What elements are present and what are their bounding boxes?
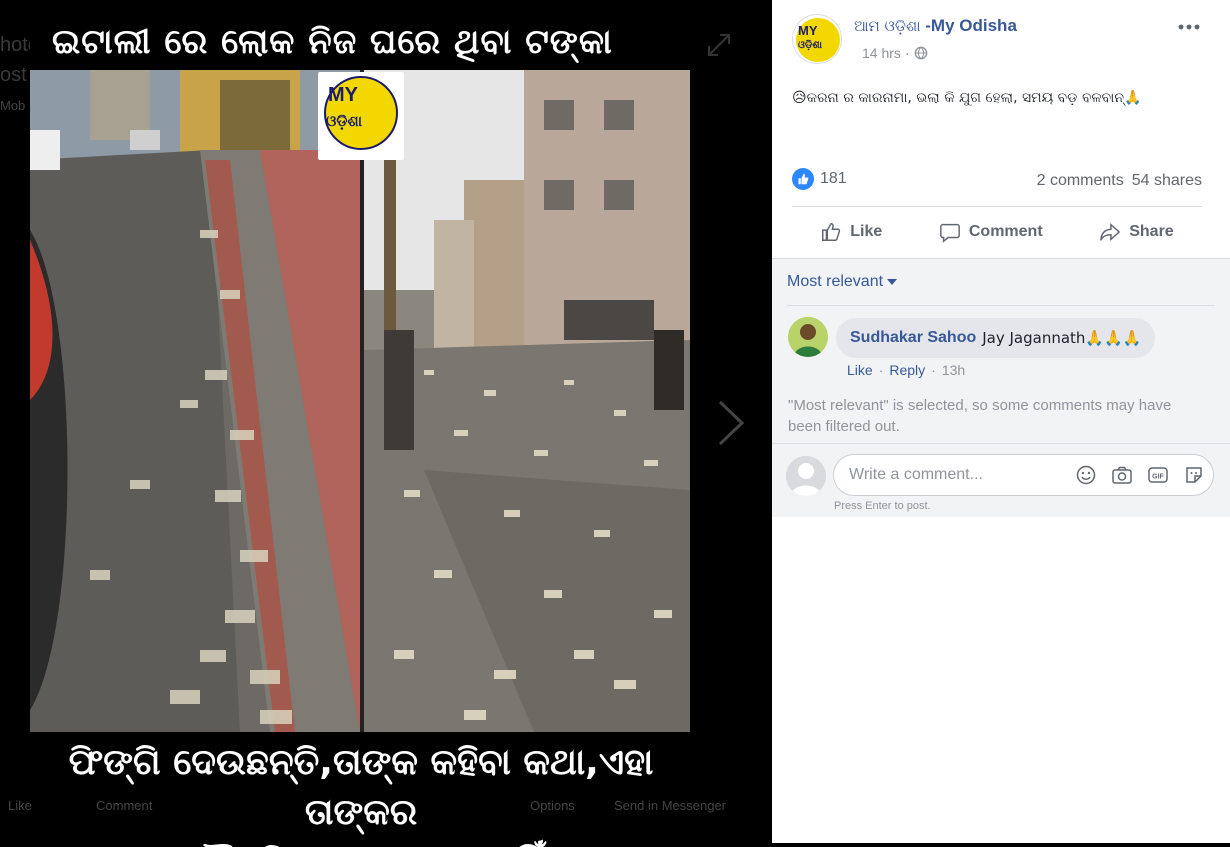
post-text: 😥କରନା ର କାରନାମା, ଭଲା କି ଯୁଗ ହେଲା, ସମୟ ବଡ… (792, 90, 1142, 106)
emoji-icon[interactable] (1075, 464, 1097, 486)
like-button[interactable]: Like (820, 221, 882, 243)
gif-icon[interactable]: GIF (1147, 464, 1169, 486)
more-options-icon[interactable] (1177, 18, 1201, 36)
share-button[interactable]: Share (1099, 221, 1174, 243)
avatar-my-text: MY (798, 23, 818, 38)
engagement-counts: 2 comments 54 shares (1037, 172, 1202, 190)
panel-blank-area (772, 517, 1230, 844)
comment-bubble: Sudhakar Sahoo Jay Jagannath🙏🙏🙏 (836, 318, 1156, 358)
ghost-label: ost (0, 64, 27, 86)
street-photo-left (30, 70, 360, 732)
svg-text:GIF: GIF (1152, 474, 1164, 481)
sort-comments-dropdown[interactable]: Most relevant (787, 273, 898, 291)
comments-section: Most relevant Sudhakar Sahoo Jay Jaganna… (772, 258, 1230, 518)
write-comment-row: GIF Press Enter to post. (772, 443, 1230, 518)
page-name-en: -My Odisha (920, 16, 1017, 35)
panel-bottom-edge (772, 843, 1230, 847)
street-photo-right (364, 70, 690, 732)
page-name-link[interactable]: ଆମ ଓଡ଼ିଶା -My Odisha (854, 16, 1017, 36)
globe-icon[interactable] (914, 46, 928, 60)
sort-label: Most relevant (787, 273, 884, 290)
post-time[interactable]: 14 hrs (862, 45, 901, 61)
filter-note: "Most relevant" is selected, so some com… (788, 397, 1172, 435)
post-meta: 14 hrs · (862, 45, 928, 61)
ghost-like: Like (8, 798, 32, 813)
divider (792, 206, 1202, 207)
thumbs-up-icon (822, 223, 841, 241)
meta-separator: · (904, 45, 910, 61)
share-arrow-icon (1100, 223, 1121, 241)
like-button-label: Like (850, 223, 883, 240)
sticker-icon[interactable] (1183, 464, 1205, 486)
page-avatar[interactable]: MY ଓଡ଼ିଶା (792, 14, 842, 64)
share-button-label: Share (1129, 223, 1174, 240)
avatar-odisha-text: ଓଡ଼ିଶା (798, 40, 823, 51)
comment-reply-link[interactable]: Reply (889, 362, 925, 378)
image-caption: ଫିଙ୍ଗି ଦେଉଛନ୍ତି,ତାଙ୍କ କହିବା କଥା,ଏହା ତାଙ୍… (30, 738, 692, 847)
like-reaction-icon (792, 168, 814, 190)
comment-input-box[interactable]: GIF (833, 454, 1214, 496)
ghost-send: Send in Messenger (614, 798, 727, 813)
next-photo-arrow-icon[interactable] (714, 398, 748, 448)
image-headline: ଇଟାଲୀ ରେ ଲୋକ ନିଜ ଘରେ ଥିବା ଟଙ୍କା (52, 22, 613, 62)
camera-icon[interactable] (1111, 464, 1133, 486)
comment-sep: · (878, 362, 884, 378)
shares-count-link[interactable]: 54 shares (1132, 172, 1202, 190)
comment-actions: Like · Reply · 13h (847, 362, 965, 378)
caption-line-1: ଫିଙ୍ଗି ଦେଉଛନ୍ତି,ତାଙ୍କ କହିବା କଥା,ଏହା ତାଙ୍… (68, 742, 654, 833)
comment-like-link[interactable]: Like (847, 362, 873, 378)
press-enter-hint: Press Enter to post. (834, 500, 931, 512)
comment-sep: · (931, 362, 936, 378)
comment-icon (939, 223, 960, 243)
comment-text: Jay Jagannath🙏🙏🙏 (982, 329, 1142, 347)
commenter-name-link[interactable]: Sudhakar Sahoo (850, 329, 976, 347)
ghost-label: Mob (0, 98, 26, 113)
reactions-summary[interactable]: 181 (792, 168, 847, 190)
comment-button[interactable]: Comment (939, 221, 1043, 243)
logo-odisha-text: ଓଡ଼ିଶା (326, 112, 363, 130)
logo-my-text: MY (328, 84, 358, 106)
post-actions: Like Comment Share (792, 210, 1202, 254)
my-avatar (786, 456, 826, 496)
photo-viewer: hotos ost Mob ଇଟାଲୀ ରେ ଲୋକ ନିଜ ଘରେ ଥିବା … (0, 0, 772, 847)
ghost-comment: Comment (96, 798, 153, 813)
page-name-odia: ଆମ ଓଡ଼ିଶା (854, 17, 921, 35)
comment-input-icons: GIF (1075, 464, 1205, 486)
expand-icon[interactable] (706, 32, 732, 58)
commenter-avatar[interactable] (788, 317, 828, 357)
caption-line-2: କୌଣସି କାମ ରେ ଲାଗୁନାହିଁ (30, 838, 692, 847)
comment-input[interactable] (849, 464, 1049, 486)
my-odisha-logo: MY ଓଡ଼ିଶା (318, 72, 404, 160)
like-count: 181 (820, 170, 847, 187)
post-image[interactable]: ଇଟାଲୀ ରେ ଲୋକ ନିଜ ଘରେ ଥିବା ଟଙ୍କା MY ଓଡ଼ିଶ… (30, 0, 692, 847)
comments-count-link[interactable]: 2 comments (1037, 172, 1124, 190)
comment-button-label: Comment (968, 223, 1043, 240)
divider (787, 305, 1215, 306)
ghost-options: Options (530, 798, 575, 813)
caret-down-icon (887, 279, 898, 285)
comment-time[interactable]: 13h (942, 362, 965, 378)
